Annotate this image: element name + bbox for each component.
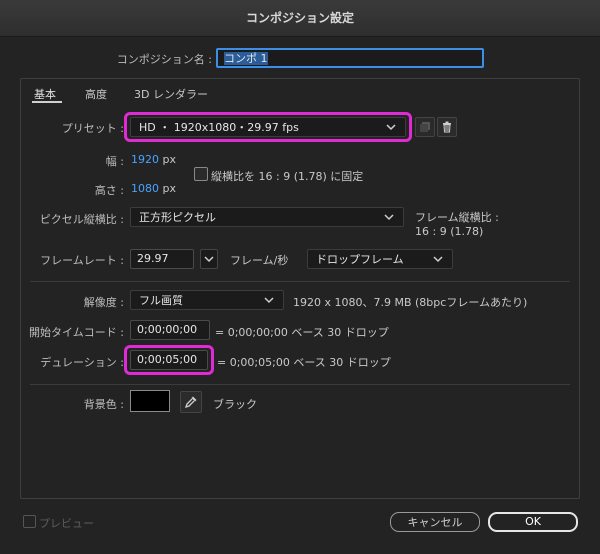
eyedropper-button[interactable] xyxy=(180,391,202,413)
frame-rate-value: 29.97 xyxy=(137,252,169,265)
delete-preset-button[interactable] xyxy=(437,117,457,137)
preview-checkbox[interactable] xyxy=(23,515,36,528)
duration-value: 0;00;05;00 xyxy=(137,353,198,366)
chevron-down-icon xyxy=(204,256,214,263)
frame-rate-input[interactable]: 29.97 xyxy=(130,249,194,269)
height-value: 1080 xyxy=(131,182,159,195)
window-title: コンポジション設定 xyxy=(245,11,354,25)
tab-advanced[interactable]: 高度 xyxy=(85,86,107,102)
height-field[interactable]: 1080 px xyxy=(131,182,176,195)
height-label: 高さ : xyxy=(94,184,124,197)
eyedropper-icon xyxy=(184,396,197,409)
ok-button[interactable]: OK xyxy=(488,512,578,532)
resolution-label: 解像度 : xyxy=(83,296,124,309)
frame-aspect-label: フレーム縦横比 : xyxy=(415,211,499,224)
duration-input[interactable]: 0;00;05;00 xyxy=(130,350,208,370)
start-timecode-value: 0;00;00;00 xyxy=(137,323,198,336)
comp-name-label: コンポジション名 : xyxy=(116,53,212,66)
chevron-down-icon xyxy=(264,297,274,304)
tab-3d-renderer[interactable]: 3D レンダラー xyxy=(134,86,208,102)
frame-aspect-value: 16 : 9 (1.78) xyxy=(415,225,484,238)
tab-basic[interactable]: 基本 xyxy=(34,86,56,102)
lock-aspect-label: 縦横比を 16 : 9 (1.78) に固定 xyxy=(211,170,364,183)
preset-dropdown[interactable]: HD ・ 1920x1080・29.97 fps xyxy=(130,117,406,137)
start-timecode-info: = 0;00;00;00 ベース 30 ドロップ xyxy=(215,326,389,339)
start-timecode-label: 開始タイムコード : xyxy=(29,326,124,339)
resolution-dropdown[interactable]: フル画質 xyxy=(130,290,284,310)
lock-aspect-checkbox[interactable] xyxy=(194,167,208,181)
ok-label: OK xyxy=(525,515,541,528)
duration-label: デュレーション : xyxy=(40,356,124,369)
width-field[interactable]: 1920 px xyxy=(131,153,176,166)
bg-color-name: ブラック xyxy=(213,398,257,411)
chevron-down-icon xyxy=(384,214,394,221)
trash-icon xyxy=(443,121,451,133)
drop-frame-value: ドロップフレーム xyxy=(316,253,404,266)
frame-rate-label: フレームレート : xyxy=(40,254,124,267)
resolution-value: フル画質 xyxy=(139,294,183,307)
bg-color-label: 背景色 : xyxy=(83,398,124,411)
pixel-aspect-label: ピクセル縦横比 : xyxy=(39,213,124,226)
tab-basic-label: 基本 xyxy=(34,88,56,101)
section-divider xyxy=(30,281,570,282)
drop-frame-dropdown[interactable]: ドロップフレーム xyxy=(307,249,453,269)
width-label: 幅 : xyxy=(105,155,124,168)
comp-name-input[interactable]: コンポ 1 xyxy=(216,48,484,68)
frame-rate-unit: フレーム/秒 xyxy=(230,254,289,267)
tab-3d-renderer-label: 3D レンダラー xyxy=(134,88,208,101)
resolution-info: 1920 x 1080、7.9 MB (8bpcフレームあたり) xyxy=(293,296,528,309)
pixel-aspect-dropdown[interactable]: 正方形ピクセル xyxy=(130,207,404,227)
preview-label: プレビュー xyxy=(39,517,94,530)
section-divider xyxy=(30,384,570,385)
duplicate-preset-button[interactable] xyxy=(415,117,435,137)
width-unit: px xyxy=(162,153,177,166)
tab-advanced-label: 高度 xyxy=(85,88,107,101)
start-timecode-input[interactable]: 0;00;00;00 xyxy=(130,320,210,340)
width-value: 1920 xyxy=(131,153,159,166)
chevron-down-icon xyxy=(433,256,443,263)
duration-info: = 0;00;05;00 ベース 30 ドロップ xyxy=(217,356,391,369)
preset-label: プリセット : xyxy=(61,122,124,135)
preset-value: HD ・ 1920x1080・29.97 fps xyxy=(139,121,299,134)
chevron-down-icon xyxy=(386,124,396,131)
tab-active-underline xyxy=(32,101,62,103)
height-unit: px xyxy=(162,182,177,195)
bg-color-swatch[interactable] xyxy=(130,390,170,412)
comp-name-value: コンポ 1 xyxy=(224,52,268,65)
cancel-button[interactable]: キャンセル xyxy=(390,512,480,532)
cancel-label: キャンセル xyxy=(407,516,463,529)
title-bar: コンポジション設定 xyxy=(0,0,600,37)
pixel-aspect-value: 正方形ピクセル xyxy=(139,211,216,224)
duplicate-icon xyxy=(420,122,430,132)
frame-rate-menu-button[interactable] xyxy=(200,249,218,269)
